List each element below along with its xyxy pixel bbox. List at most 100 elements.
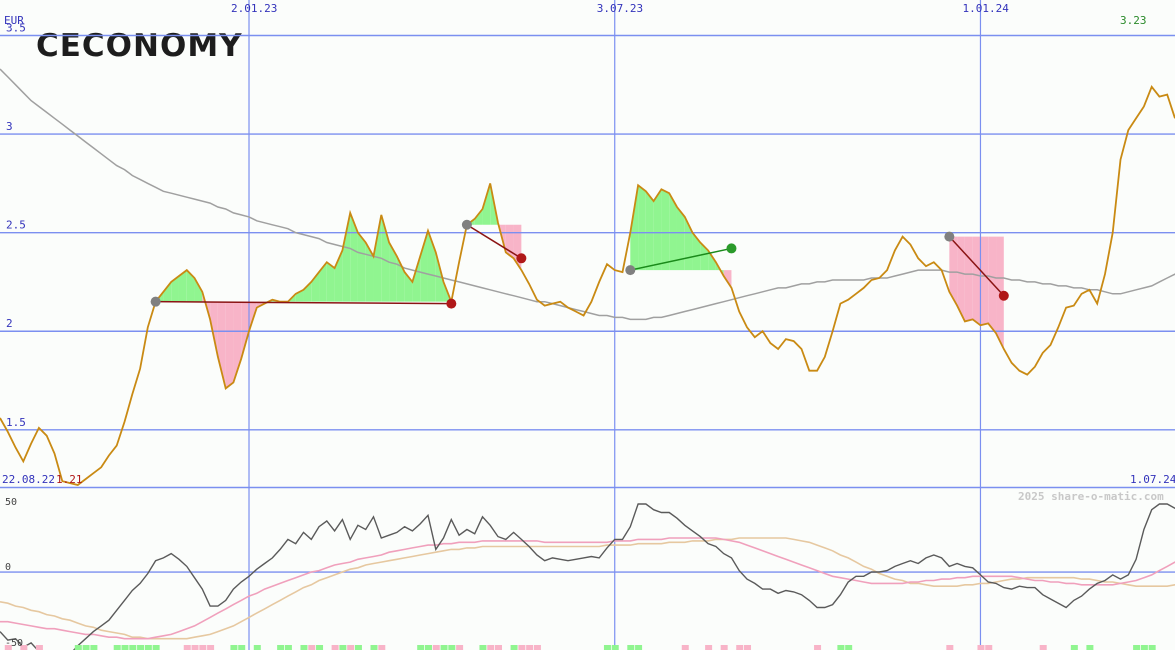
last-price-label: 3.23 (1120, 14, 1147, 27)
signal-bar (495, 645, 503, 650)
signal-bar (845, 645, 853, 650)
osc_tan-line (0, 537, 1175, 640)
signal-bar (1140, 645, 1148, 650)
trade-area-segment (389, 242, 397, 302)
signal-bar (533, 645, 541, 650)
y-tick-label: 2 (6, 317, 13, 330)
signal-bar (518, 645, 526, 650)
signal-bar (1070, 645, 1078, 650)
stock-chart: 3.532.521.52.01.23 3.07.23 1.01.24500-50 E… (0, 0, 1175, 650)
x-tick-label: 2.01.23 (231, 2, 277, 15)
signal-bar (339, 645, 347, 650)
trade-area-segment (241, 301, 250, 359)
signal-bar (347, 645, 355, 650)
signal-bar (121, 645, 129, 650)
signal-bar (277, 645, 285, 650)
signal-bar (300, 645, 308, 650)
signal-bar (137, 645, 145, 650)
y-tick-label: 3 (6, 120, 13, 133)
signal-bar (284, 645, 292, 650)
signal-bar (611, 645, 619, 650)
signal-bar (354, 645, 362, 650)
signal-bar (837, 645, 845, 650)
signal-bar (207, 645, 215, 650)
end-date-label: 1.07.24 (1130, 473, 1175, 486)
signal-bar (152, 645, 160, 650)
signal-bar (82, 645, 90, 650)
signal-bar (316, 645, 324, 650)
osc_pink-line (0, 537, 1175, 640)
trade-entry-marker (461, 219, 472, 230)
trade-area-segment (350, 212, 358, 302)
signal-bar (1148, 645, 1156, 650)
signal-bar (331, 645, 339, 650)
trade-area-segment (342, 212, 351, 302)
signal-bar (977, 645, 985, 650)
x-tick-label: 1.01.24 (962, 2, 1009, 15)
signal-bar (705, 645, 713, 650)
signal-bar (74, 645, 82, 650)
trade-exit-marker (516, 253, 527, 264)
currency-label: EUR (4, 14, 24, 27)
y-tick-label: 1.5 (6, 416, 26, 429)
signal-bar (253, 645, 261, 650)
signal-bar (378, 645, 386, 650)
trade-entry-marker (150, 296, 161, 307)
signal-bar (946, 645, 954, 650)
trade-area-segment (661, 189, 670, 271)
signal-bar (744, 645, 752, 650)
signal-bar (510, 645, 518, 650)
signal-bar (440, 645, 448, 650)
signal-bar (129, 645, 137, 650)
signal-bar (183, 645, 191, 650)
trade-area-segment (357, 232, 366, 302)
signal-bar (1039, 645, 1047, 650)
trade-entry-marker (625, 265, 636, 276)
trade-area-segment (638, 185, 646, 271)
signal-bar (627, 645, 635, 650)
trade-exit-marker (446, 298, 457, 309)
trade-area-segment (980, 236, 989, 326)
signal-bar (144, 645, 152, 650)
signal-bar (526, 645, 534, 650)
signal-bar (308, 645, 316, 650)
signal-bar (35, 645, 43, 650)
y-tick-label: 2.5 (6, 219, 26, 232)
signal-bar (424, 645, 432, 650)
signal-bar (635, 645, 643, 650)
signal-bar (814, 645, 822, 650)
start-date-label: 22.08.22 (2, 473, 55, 486)
trade-area-segment (225, 301, 234, 389)
chart-labels: 3.532.521.52.01.23 3.07.23 1.01.24500-50 (5, 2, 1009, 649)
signal-bar (230, 645, 238, 650)
trade-area-segment (653, 189, 662, 271)
signal-bar (370, 645, 378, 650)
signal-bar (199, 645, 207, 650)
trade-area-segment (964, 236, 973, 322)
signal-bar (238, 645, 246, 650)
signal-bar (681, 645, 689, 650)
signal-bar (448, 645, 456, 650)
osc-tick-label: 0 (5, 562, 11, 573)
trade-entry-marker (944, 231, 955, 242)
trade-area-segment (988, 236, 997, 334)
osc-tick-label: -50 (5, 638, 23, 649)
signal-bar (432, 645, 440, 650)
trade-area-segment (163, 281, 172, 302)
signal-bar (479, 645, 487, 650)
signal-bar (985, 645, 993, 650)
watermark: 2025 share-o-matic.com (1018, 490, 1164, 503)
trade-area-segment (365, 242, 374, 302)
signal-bar (1086, 645, 1094, 650)
signal-bar (736, 645, 744, 650)
signal-bar (487, 645, 495, 650)
signal-bar (603, 645, 611, 650)
signal-bar (90, 645, 98, 650)
trade-exit-marker (726, 243, 737, 254)
signal-bar (113, 645, 121, 650)
signal-bar (191, 645, 199, 650)
trade-area-segment (645, 191, 654, 271)
osc-tick-label: 50 (5, 497, 17, 508)
signal-bar (1133, 645, 1141, 650)
signal-bar (456, 645, 464, 650)
